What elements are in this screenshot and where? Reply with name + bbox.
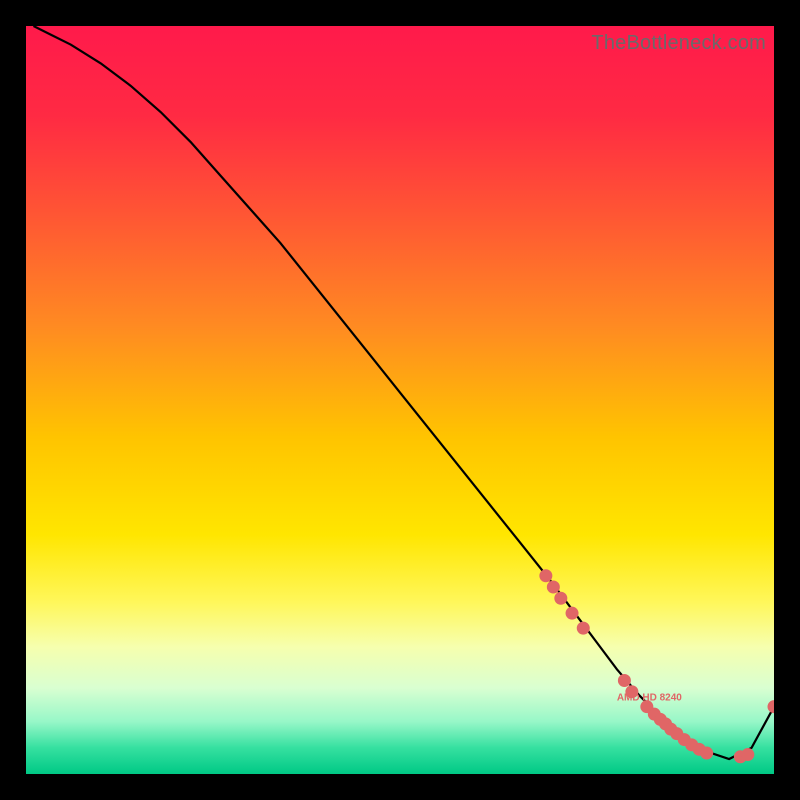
plot-frame: AMD HD 8240 TheBottleneck.com [26, 26, 774, 774]
data-point [618, 675, 630, 687]
marker-layer [540, 570, 774, 763]
data-point [555, 592, 567, 604]
data-point [566, 607, 578, 619]
data-point [547, 581, 559, 593]
data-point [701, 747, 713, 759]
data-point [540, 570, 552, 582]
bottleneck-plot: AMD HD 8240 [26, 26, 774, 774]
svg-text:AMD HD 8240: AMD HD 8240 [617, 693, 682, 704]
data-point [742, 749, 754, 761]
bottleneck-curve [33, 26, 774, 759]
watermark-text: TheBottleneck.com [591, 32, 766, 55]
marker-label: AMD HD 8240 [617, 693, 682, 704]
data-point [768, 701, 774, 713]
data-point [577, 622, 589, 634]
